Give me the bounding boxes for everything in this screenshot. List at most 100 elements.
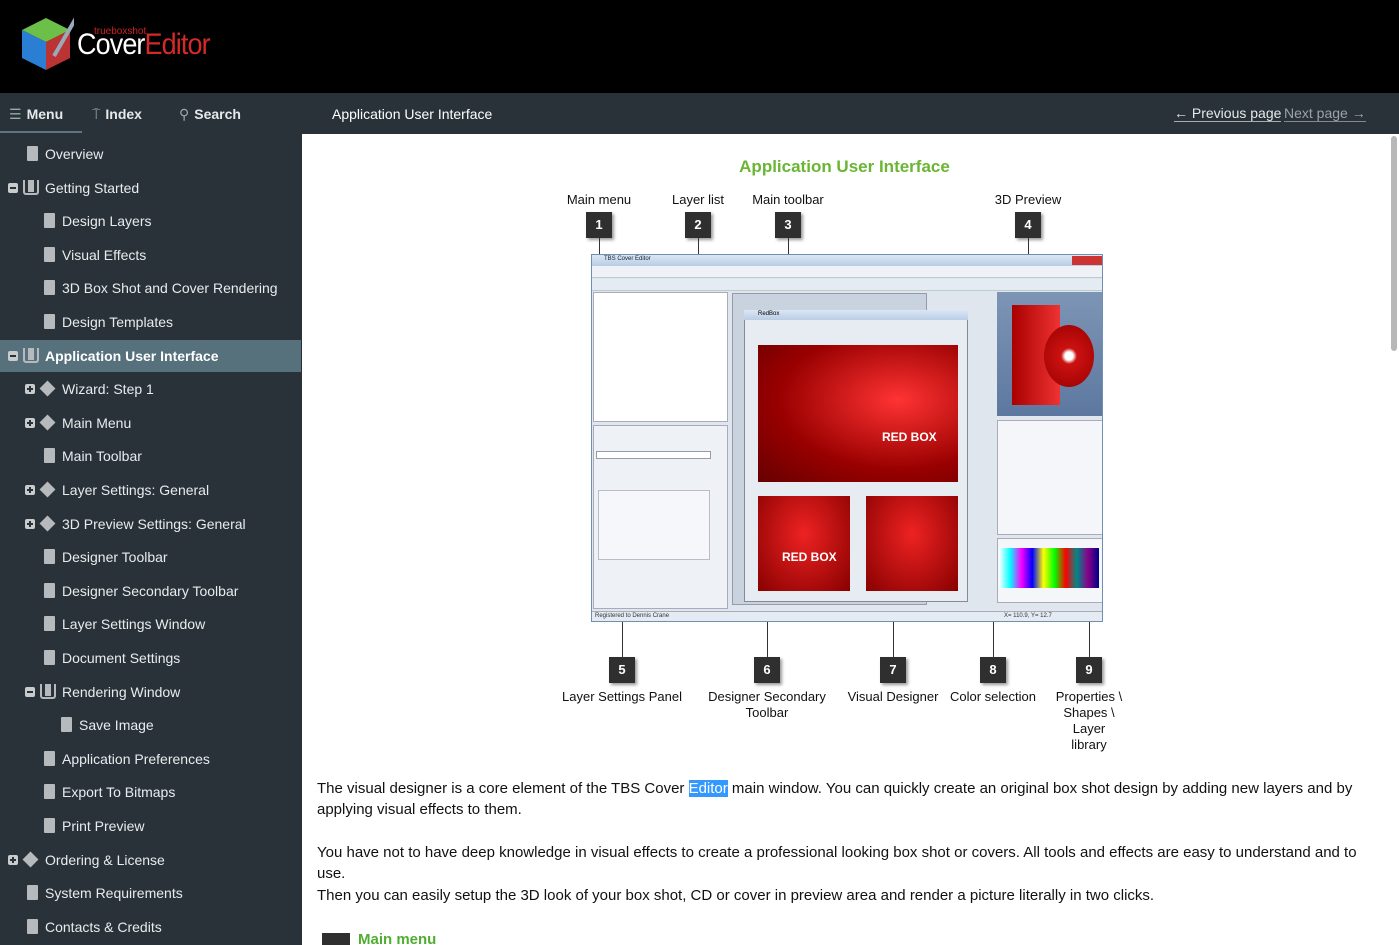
box-icon	[39, 481, 56, 498]
expand-icon[interactable]	[25, 384, 35, 395]
sidebar-item-label: Design Templates	[62, 314, 174, 330]
sidebar-item-label: Contacts & Credits	[45, 918, 162, 935]
sidebar-item[interactable]: 3D Box Shot and Cover Rendering	[0, 272, 301, 304]
sidebar-item-label: Layer Settings Window	[62, 616, 206, 633]
brand-name: Cover	[77, 28, 145, 61]
section-title[interactable]: Main menu	[358, 931, 436, 945]
box-icon	[39, 515, 56, 532]
tab-menu-label: Menu	[26, 106, 64, 122]
collapse-icon[interactable]	[8, 350, 18, 361]
sidebar-item[interactable]: Design Templates	[0, 306, 301, 338]
screenshot-coords: X= 110.9, Y= 12.7	[1004, 613, 1052, 619]
page-icon	[44, 246, 55, 262]
sidebar-item[interactable]: Designer Secondary Toolbar	[0, 575, 301, 607]
sidebar-item-label: Overview	[45, 146, 104, 162]
sidebar-item[interactable]: Print Preview	[0, 810, 301, 842]
signpost-icon: ⍑	[92, 106, 101, 122]
page-icon	[44, 549, 55, 565]
paragraph-2: You have not to have deep knowledge in v…	[317, 844, 1357, 882]
callout-number: 9	[1076, 657, 1102, 683]
sidebar-item[interactable]: Layer Settings Window	[0, 608, 301, 640]
sidebar-item-label: Design Layers	[62, 213, 152, 230]
sidebar-item-label: Print Preview	[62, 818, 145, 834]
sidebar-item[interactable]: Document Settings	[0, 642, 301, 674]
expand-icon[interactable]	[25, 518, 35, 529]
paragraph-3: Then you can easily setup the 3D look of…	[317, 887, 1155, 904]
sidebar-item-label: Ordering & License	[45, 851, 165, 868]
callout-number: 4	[1015, 212, 1041, 238]
sidebar-item[interactable]: Export To Bitmaps	[0, 776, 301, 808]
sidebar-item[interactable]: Main Menu	[0, 407, 301, 439]
expand-icon[interactable]	[25, 417, 35, 428]
callout-label: Layer Settings Panel	[562, 689, 682, 704]
sidebar-item[interactable]: Ordering & License	[0, 844, 301, 876]
page-icon	[44, 280, 55, 296]
sidebar-item[interactable]: Designer Toolbar	[0, 541, 301, 573]
sidebar-item-label: 3D Preview Settings: General	[62, 515, 246, 532]
sidebar-item-label: System Requirements	[45, 885, 183, 902]
sidebar-item[interactable]: Contacts & Credits	[0, 911, 301, 943]
callout-label: Properties \ Shapes \ Layer library	[1055, 689, 1123, 752]
sidebar-item[interactable]: Design Layers	[0, 205, 301, 237]
sidebar-item[interactable]: 3D Preview Settings: General	[0, 508, 301, 540]
screenshot-doc-title: RedBox	[758, 311, 780, 317]
book-icon	[23, 179, 39, 195]
sidebar-item-label: Designer Toolbar	[62, 549, 168, 566]
paragraph-1: The visual designer is a core element of…	[317, 778, 1377, 820]
sidebar-item-label: Wizard: Step 1	[62, 381, 154, 398]
sidebar-item[interactable]: Application User Interface	[0, 339, 301, 372]
page-title-breadcrumb: Application User Interface	[332, 106, 493, 122]
sidebar-item[interactable]: Getting Started	[0, 172, 301, 204]
expand-icon[interactable]	[8, 854, 18, 865]
page-icon	[61, 717, 72, 733]
sidebar-item[interactable]: Main Toolbar	[0, 440, 301, 472]
callout-number: 1	[586, 212, 612, 238]
book-icon	[23, 347, 39, 363]
sidebar-item-label: Document Settings	[62, 650, 181, 666]
list-icon: ☰	[9, 106, 22, 122]
sidebar-item[interactable]: Wizard: Step 1	[0, 373, 301, 405]
sidebar-item[interactable]: Layer Settings: General	[0, 474, 301, 506]
sidebar-item[interactable]: Application Preferences	[0, 743, 301, 775]
sidebar-item-label: Designer Secondary Toolbar	[62, 582, 239, 599]
screenshot-window-title: TBS Cover Editor	[604, 256, 651, 262]
top-nav: ☰ Menu ⍑ Index ⚲ Search Application User In…	[0, 93, 1399, 134]
screenshot-box-text-2: RED BOX	[782, 550, 837, 564]
sidebar-item[interactable]: Visual Effects	[0, 239, 301, 271]
tab-menu[interactable]: ☰ Menu	[0, 93, 82, 133]
logo[interactable]: trueboxshot CoverEditor	[18, 14, 218, 74]
collapse-icon[interactable]	[8, 182, 18, 193]
callout-number: 5	[609, 657, 635, 683]
sidebar-item-label: Layer Settings: General	[62, 482, 210, 498]
sidebar-item-label: Getting Started	[45, 179, 140, 196]
collapse-icon[interactable]	[25, 686, 35, 697]
scrollbar[interactable]	[1391, 136, 1397, 351]
tab-search[interactable]: ⚲ Search	[179, 93, 241, 133]
callout-number: 2	[685, 212, 711, 238]
sidebar-item[interactable]: Rendering Window	[0, 676, 301, 708]
callout-line	[767, 622, 768, 657]
next-page-link[interactable]: Next page →	[1284, 106, 1366, 122]
search-icon: ⚲	[179, 106, 190, 122]
page-icon	[44, 582, 55, 598]
sidebar-item-label: Rendering Window	[62, 683, 181, 700]
tab-search-label: Search	[194, 106, 241, 122]
screenshot-status: Registered to Dennis Crane	[595, 613, 670, 619]
sidebar-item[interactable]: Overview	[0, 138, 301, 170]
page-icon	[44, 616, 55, 632]
sidebar-item[interactable]: System Requirements	[0, 877, 301, 909]
screenshot-box-text: RED BOX	[882, 430, 937, 444]
brand-name-red: Editor	[144, 28, 211, 61]
expand-icon[interactable]	[25, 485, 35, 495]
tab-index[interactable]: ⍑ Index	[92, 93, 142, 133]
sidebar-item[interactable]: Save Image	[0, 709, 301, 741]
callout-number: 7	[880, 657, 906, 683]
content-area: Application User Interface Main menu 1 Lay…	[302, 134, 1399, 945]
book-icon	[40, 683, 56, 699]
callout-label: Main toolbar	[752, 192, 824, 207]
search-highlight: Editor	[688, 780, 728, 797]
page-icon	[44, 213, 55, 229]
page-icon	[27, 885, 38, 901]
sidebar-item-label: Export To Bitmaps	[62, 784, 176, 801]
previous-page-link[interactable]: ← Previous page	[1174, 106, 1282, 122]
